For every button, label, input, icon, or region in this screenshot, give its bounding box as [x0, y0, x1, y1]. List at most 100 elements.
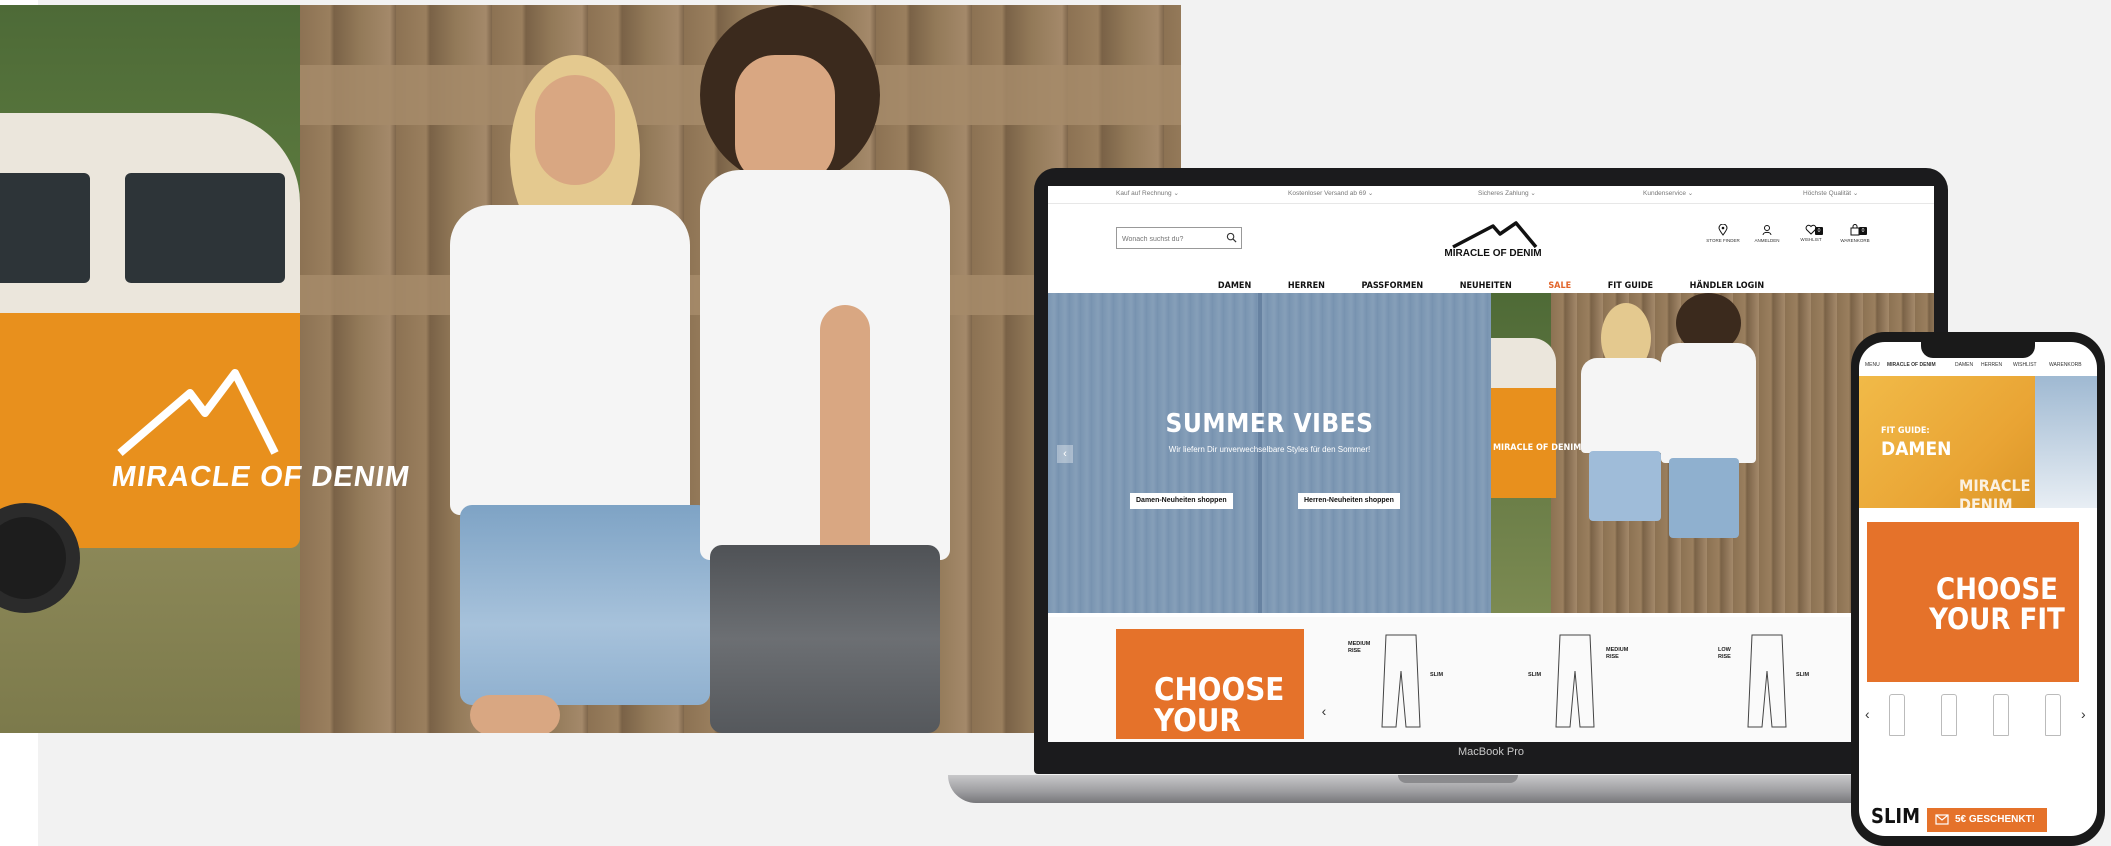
- man-figure: [680, 5, 980, 733]
- login-label: ANMELDEN: [1754, 238, 1780, 243]
- cart-label: WARENKORB: [1840, 238, 1870, 243]
- wishlist-link[interactable]: 0 WISHLIST: [1791, 224, 1831, 242]
- laptop-mockup: Kauf auf Rechnung ⌄ Kostenloser Versand …: [1034, 168, 1948, 780]
- laptop-screen: Kauf auf Rechnung ⌄ Kostenloser Versand …: [1048, 186, 1934, 742]
- usp-item[interactable]: Kundenservice ⌄: [1643, 189, 1693, 197]
- nav-item-haendler-login[interactable]: HÄNDLER LOGIN: [1690, 281, 1764, 291]
- jeans-outline-icon: [1555, 634, 1595, 728]
- phone-logo[interactable]: MIRACLE OF DENIM: [1887, 362, 1936, 368]
- search-icon[interactable]: [1226, 232, 1237, 243]
- gift-button-label: 5€ GESCHENKT!: [1955, 814, 2036, 825]
- phone-banner-caption: FIT GUIDE:: [1881, 426, 1930, 436]
- usp-item[interactable]: Sicheres Zahlung ⌄: [1478, 189, 1536, 197]
- phone-fit-item[interactable]: [1941, 694, 1957, 736]
- fit-prev-arrow[interactable]: ‹: [1316, 703, 1332, 721]
- fit-type-label: SLIM: [1796, 672, 1810, 678]
- nav-item-damen[interactable]: DAMEN: [1218, 281, 1251, 291]
- store-finder-link[interactable]: STORE FINDER: [1703, 224, 1743, 243]
- phone-wishlist-link[interactable]: WISHLIST: [2013, 362, 2037, 368]
- envelope-icon: [1935, 814, 1949, 825]
- van-window: [125, 173, 285, 283]
- phone-fit-item[interactable]: [1889, 694, 1905, 736]
- search-input[interactable]: [1117, 229, 1217, 250]
- choose-fit-tile[interactable]: CHOOSE YOUR: [1116, 629, 1304, 739]
- location-pin-icon: [1718, 224, 1728, 236]
- cart-count-badge: 0: [1859, 227, 1867, 235]
- shop-men-button[interactable]: Herren-Neuheiten shoppen: [1298, 493, 1400, 509]
- van: [1491, 338, 1556, 498]
- hero-subtitle: Wir liefern Dir unverwechselbare Styles …: [1168, 445, 1371, 454]
- hero-slide-denim: SUMMER VIBES Wir liefern Dir unverwechse…: [1048, 293, 1491, 613]
- mountain-logo-icon: [1452, 221, 1538, 249]
- site-logo-text: MIRACLE OF DENIM: [1444, 248, 1542, 259]
- usp-item[interactable]: Kauf auf Rechnung ⌄: [1116, 189, 1179, 197]
- phone-fit-item[interactable]: [1993, 694, 2009, 736]
- phone-screen: MENU MIRACLE OF DENIM DAMEN HERREN WISHL…: [1859, 342, 2097, 836]
- fit-item[interactable]: SLIM MEDIUM RISE: [1528, 627, 1638, 732]
- mountain-logo-icon: [117, 369, 279, 457]
- phone-fit-item[interactable]: [2045, 694, 2061, 736]
- fit-rise-label: MEDIUM RISE: [1606, 647, 1629, 660]
- hero-prev-arrow[interactable]: ‹: [1057, 445, 1073, 463]
- phone-banner-title: DAMEN: [1881, 438, 1952, 460]
- van-brand-text: MIRACLE OF DENIM: [109, 461, 413, 493]
- phone-choose-fit-title: CHOOSE YOUR FIT: [1929, 572, 2065, 636]
- fit-item[interactable]: LOW RISE SLIM: [1718, 627, 1828, 732]
- store-finder-label: STORE FINDER: [1706, 238, 1740, 243]
- woman-tshirt: [1581, 358, 1666, 453]
- wishlist-count-badge: 0: [1815, 227, 1823, 235]
- user-icon: [1762, 225, 1772, 236]
- phone-fit-carousel: ‹ ›: [1859, 694, 2097, 740]
- van-window: [0, 173, 90, 283]
- phone-choose-fit-tile[interactable]: CHOOSE YOUR FIT: [1867, 522, 2079, 682]
- phone-fit-next-arrow[interactable]: ›: [2081, 706, 2086, 722]
- fit-rise-label: MEDIUM RISE: [1348, 641, 1371, 654]
- van: MIRACLE OF DENIM: [0, 113, 412, 613]
- usp-item[interactable]: Höchste Qualität ⌄: [1803, 189, 1858, 197]
- fit-item[interactable]: MEDIUM RISE SLIM: [1348, 627, 1458, 732]
- phone-nav-item[interactable]: HERREN: [1981, 362, 2002, 368]
- woman-skirt: [1589, 451, 1661, 521]
- cart-link[interactable]: 0 WARENKORB: [1835, 224, 1875, 243]
- jeans-outline-icon: [1381, 634, 1421, 728]
- phone-fit-prev-arrow[interactable]: ‹: [1865, 706, 1870, 722]
- nav-item-neuheiten[interactable]: NEUHEITEN: [1460, 281, 1512, 291]
- van-brand-text: MIRACLE OF DENIM: [1493, 443, 1582, 453]
- phone-menu-button[interactable]: MENU: [1865, 362, 1880, 368]
- wishlist-label: WISHLIST: [1800, 237, 1822, 242]
- site-logo[interactable]: MIRACLE OF DENIM: [1438, 220, 1548, 264]
- phone-banner-photo: [2035, 376, 2097, 508]
- nav-item-fit-guide[interactable]: FIT GUIDE: [1608, 281, 1653, 291]
- usp-item[interactable]: Kostenloser Versand ab 69 ⌄: [1288, 189, 1373, 197]
- hero-photo: MIRACLE OF DENIM: [0, 5, 1181, 733]
- phone-cart-link[interactable]: WARENKORB: [2049, 362, 2082, 368]
- nav-item-sale[interactable]: SALE: [1548, 281, 1571, 291]
- woman-face: [535, 75, 615, 185]
- fit-section: CHOOSE YOUR ‹ MEDIUM RISE SLIM SLIM MEDI…: [1048, 617, 1934, 742]
- phone-nav-item[interactable]: DAMEN: [1955, 362, 1973, 368]
- nav-item-passformen[interactable]: PASSFORMEN: [1361, 281, 1423, 291]
- header-icons: STORE FINDER ANMELDEN 0 WISHLIST 0 WAREN…: [1703, 224, 1883, 252]
- man-face: [735, 55, 835, 185]
- gift-button[interactable]: 5€ GESCHENKT!: [1927, 808, 2047, 832]
- man-jeans: [1669, 458, 1739, 538]
- fit-type-label: SLIM: [1430, 672, 1444, 678]
- man-shorts: [710, 545, 940, 733]
- fit-type-label: SLIM: [1528, 672, 1542, 678]
- jeans-outline-icon: [1747, 634, 1787, 728]
- phone-nav: MENU MIRACLE OF DENIM DAMEN HERREN WISHL…: [1859, 362, 2097, 374]
- woman-tshirt: [450, 205, 690, 515]
- fit-rise-label: LOW RISE: [1718, 647, 1731, 660]
- woman-figure: [430, 35, 710, 733]
- nav-item-herren[interactable]: HERREN: [1288, 281, 1325, 291]
- laptop-base: [948, 775, 1948, 803]
- search-field[interactable]: [1116, 227, 1242, 250]
- shop-women-button[interactable]: Damen-Neuheiten shoppen: [1130, 493, 1233, 509]
- main-nav: DAMEN HERREN PASSFORMEN NEUHEITEN SALE F…: [1048, 273, 1934, 291]
- phone-banner[interactable]: FIT GUIDE: DAMEN MIRACLE OF DENIM: [1859, 376, 2097, 514]
- login-link[interactable]: ANMELDEN: [1747, 224, 1787, 243]
- usp-topbar: Kauf auf Rechnung ⌄ Kostenloser Versand …: [1048, 186, 1934, 204]
- woman-shorts: [460, 505, 710, 705]
- man-tshirt: [1661, 343, 1756, 463]
- phone-mockup: MENU MIRACLE OF DENIM DAMEN HERREN WISHL…: [1851, 332, 2105, 846]
